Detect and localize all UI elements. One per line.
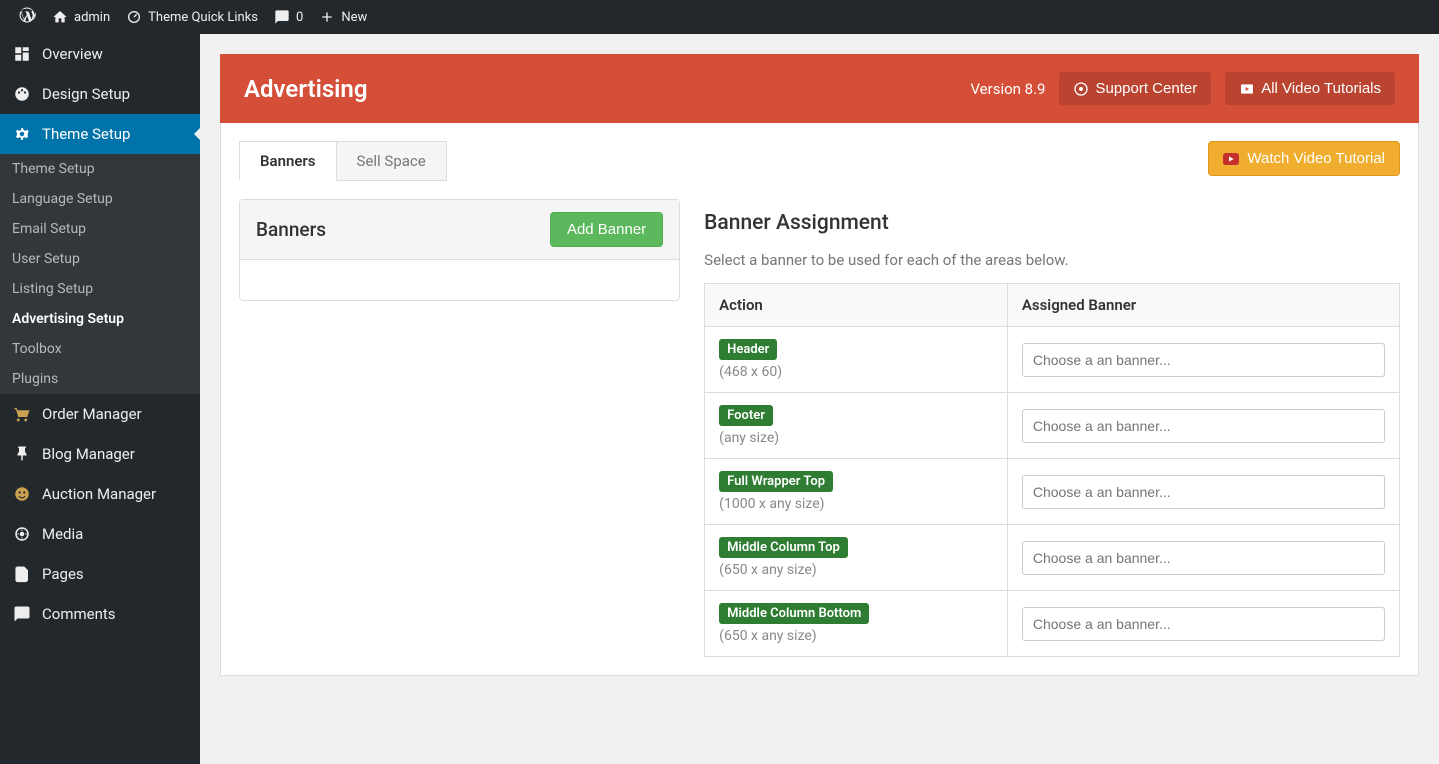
plus-icon xyxy=(319,9,335,25)
watch-tutorial-button[interactable]: Watch Video Tutorial xyxy=(1208,141,1400,176)
sidebar-item-theme-setup[interactable]: Theme Setup xyxy=(0,114,200,154)
banner-select[interactable] xyxy=(1022,475,1385,509)
palette-icon xyxy=(12,84,32,104)
sidebar-label: Auction Manager xyxy=(42,485,156,503)
banner-select[interactable] xyxy=(1022,409,1385,443)
area-size: (1000 x any size) xyxy=(719,496,993,512)
admin-bar: admin Theme Quick Links 0 New xyxy=(0,0,1439,34)
area-size: (650 x any size) xyxy=(719,562,993,578)
tabs: BannersSell Space xyxy=(239,141,446,181)
assignment-table: Action Assigned Banner Header (468 x 60) F… xyxy=(704,283,1400,657)
comment-icon xyxy=(12,604,32,624)
gear-icon xyxy=(12,124,32,144)
area-size: (any size) xyxy=(719,430,993,446)
banner-select[interactable] xyxy=(1022,343,1385,377)
sidebar-label: Pages xyxy=(42,565,84,583)
sidebar-item-overview[interactable]: Overview xyxy=(0,34,200,74)
video-icon xyxy=(1239,81,1255,97)
banners-box: Banners Add Banner xyxy=(239,199,680,301)
dashboard-icon xyxy=(12,44,32,64)
area-size: (468 x 60) xyxy=(719,364,993,380)
sidebar-label: Design Setup xyxy=(42,85,130,103)
support-icon xyxy=(1073,81,1089,97)
area-badge: Header xyxy=(719,339,777,360)
area-badge: Full Wrapper Top xyxy=(719,471,833,492)
col-action: Action xyxy=(705,284,1008,327)
sidebar-item-comments[interactable]: Comments xyxy=(0,594,200,634)
sidebar-label: Media xyxy=(42,525,83,543)
sidebar-item-auction-manager[interactable]: Auction Manager xyxy=(0,474,200,514)
sidebar-subitem-theme-setup[interactable]: Theme Setup xyxy=(0,154,200,184)
sidebar-item-pages[interactable]: Pages xyxy=(0,554,200,594)
table-row: Middle Column Bottom (650 x any size) xyxy=(705,591,1400,657)
dashboard-icon xyxy=(126,9,142,25)
comments-count: 0 xyxy=(296,10,303,25)
wp-logo[interactable] xyxy=(10,6,44,29)
page-title: Advertising xyxy=(244,75,367,103)
home-icon xyxy=(52,9,68,25)
sidebar-label: Theme Setup xyxy=(42,125,130,143)
support-center-button[interactable]: Support Center xyxy=(1059,72,1211,105)
assignment-desc: Select a banner to be used for each of t… xyxy=(704,251,1400,269)
sidebar-label: Order Manager xyxy=(42,405,142,423)
sidebar-label: Comments xyxy=(42,605,116,623)
area-size: (650 x any size) xyxy=(719,628,993,644)
sidebar: Overview Design Setup Theme Setup Theme Set… xyxy=(0,34,200,764)
sidebar-item-media[interactable]: Media xyxy=(0,514,200,554)
tutorials-label: All Video Tutorials xyxy=(1261,80,1381,97)
banner-select[interactable] xyxy=(1022,607,1385,641)
sidebar-subitem-plugins[interactable]: Plugins xyxy=(0,364,200,394)
sidebar-subitem-listing-setup[interactable]: Listing Setup xyxy=(0,274,200,304)
col-assigned: Assigned Banner xyxy=(1007,284,1399,327)
table-row: Full Wrapper Top (1000 x any size) xyxy=(705,459,1400,525)
theme-quick-links[interactable]: Theme Quick Links xyxy=(118,9,266,25)
banners-list xyxy=(240,260,679,300)
media-icon xyxy=(12,524,32,544)
new-label: New xyxy=(341,10,367,25)
panel-header: Advertising Version 8.9 Support Center A… xyxy=(220,54,1419,123)
sidebar-subitem-user-setup[interactable]: User Setup xyxy=(0,244,200,274)
version-text: Version 8.9 xyxy=(970,80,1045,98)
comment-icon xyxy=(274,9,290,25)
theme-links-label: Theme Quick Links xyxy=(148,10,258,25)
sidebar-subitem-advertising-setup[interactable]: Advertising Setup xyxy=(0,304,200,334)
sidebar-label: Overview xyxy=(42,45,103,63)
all-tutorials-button[interactable]: All Video Tutorials xyxy=(1225,72,1395,105)
area-badge: Footer xyxy=(719,405,773,426)
add-banner-button[interactable]: Add Banner xyxy=(550,212,663,247)
main-content: Advertising Version 8.9 Support Center A… xyxy=(200,34,1439,764)
assignment-title: Banner Assignment xyxy=(704,199,1400,251)
pages-icon xyxy=(12,564,32,584)
table-row: Header (468 x 60) xyxy=(705,327,1400,393)
banners-title: Banners xyxy=(256,218,326,241)
face-icon xyxy=(12,484,32,504)
table-row: Footer (any size) xyxy=(705,393,1400,459)
sidebar-subitem-language-setup[interactable]: Language Setup xyxy=(0,184,200,214)
sidebar-subitem-toolbox[interactable]: Toolbox xyxy=(0,334,200,364)
wordpress-icon xyxy=(18,6,36,29)
new-link[interactable]: New xyxy=(311,9,375,25)
sidebar-item-order-manager[interactable]: Order Manager xyxy=(0,394,200,434)
sidebar-label: Blog Manager xyxy=(42,445,135,463)
tab-banners[interactable]: Banners xyxy=(239,141,337,181)
watch-label: Watch Video Tutorial xyxy=(1247,150,1385,167)
area-badge: Middle Column Bottom xyxy=(719,603,869,624)
youtube-icon xyxy=(1223,151,1239,167)
area-badge: Middle Column Top xyxy=(719,537,848,558)
banner-select[interactable] xyxy=(1022,541,1385,575)
site-name: admin xyxy=(74,10,110,25)
sidebar-item-design-setup[interactable]: Design Setup xyxy=(0,74,200,114)
site-link[interactable]: admin xyxy=(44,9,118,25)
sidebar-subitem-email-setup[interactable]: Email Setup xyxy=(0,214,200,244)
pin-icon xyxy=(12,444,32,464)
tab-sell-space[interactable]: Sell Space xyxy=(336,141,447,181)
comments-link[interactable]: 0 xyxy=(266,9,311,25)
support-label: Support Center xyxy=(1095,80,1197,97)
sidebar-item-blog-manager[interactable]: Blog Manager xyxy=(0,434,200,474)
table-row: Middle Column Top (650 x any size) xyxy=(705,525,1400,591)
cart-icon xyxy=(12,404,32,424)
